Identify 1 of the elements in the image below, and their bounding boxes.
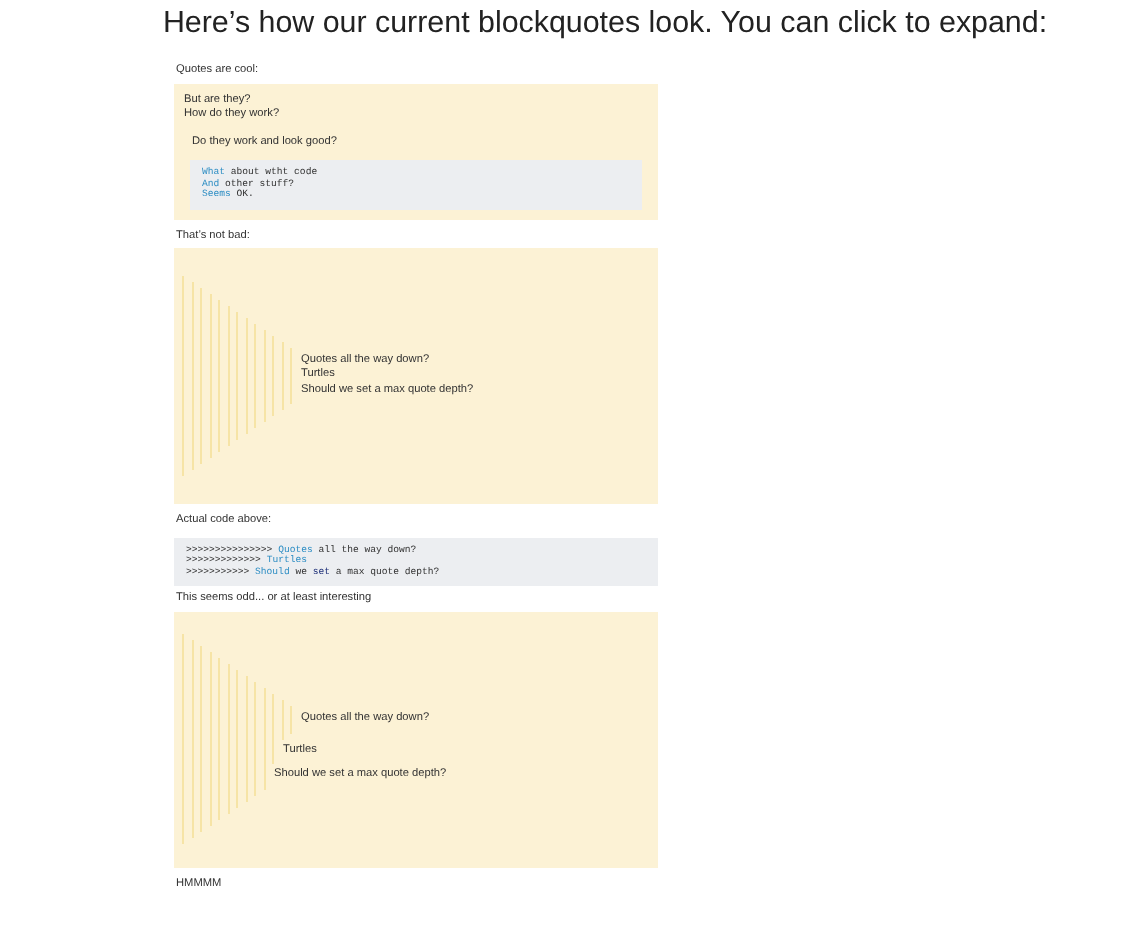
page-heading: Here’s how our current blockquotes look. You can click to expand: [160, 6, 1050, 42]
